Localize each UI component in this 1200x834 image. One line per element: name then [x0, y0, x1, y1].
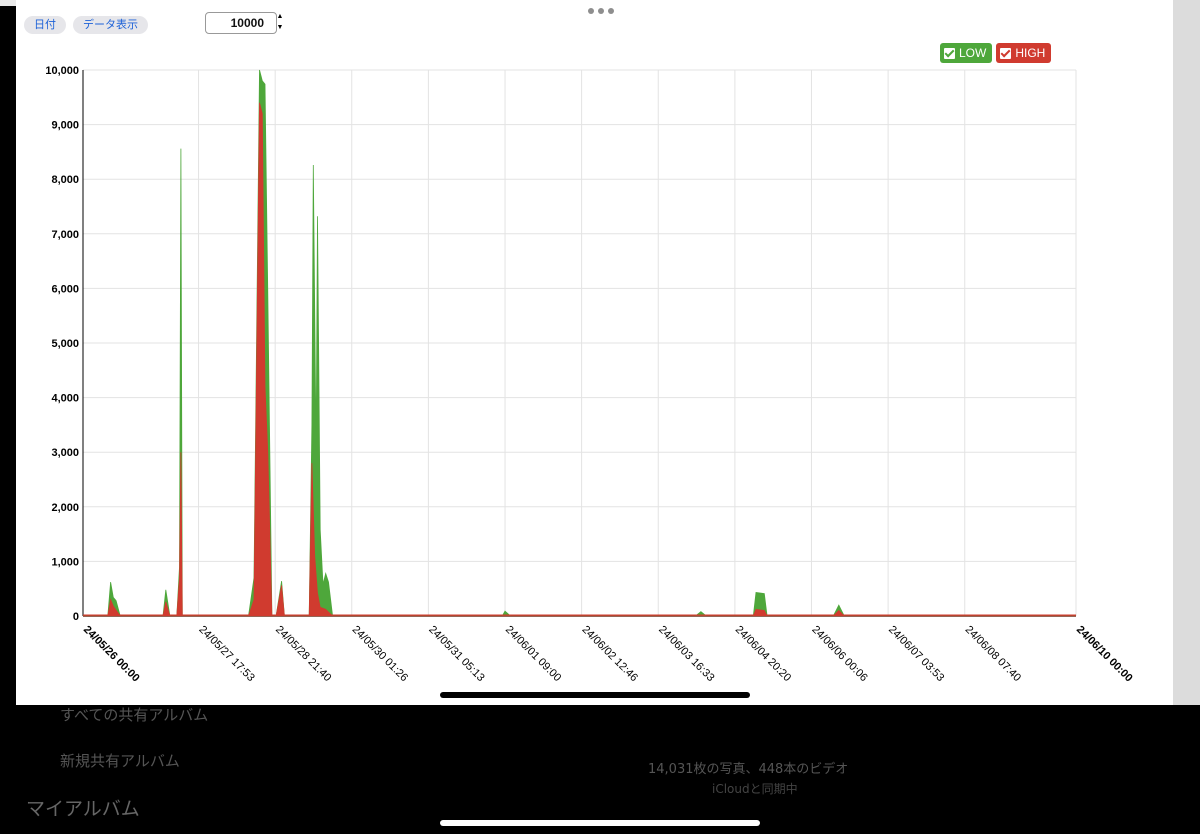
x-tick-label: 24/05/27 17:53 — [196, 624, 256, 684]
x-tick-label: 24/06/10 00:00 — [1074, 624, 1135, 685]
y-tick-label: 1,000 — [51, 556, 79, 568]
x-tick-label: 24/05/31 05:13 — [426, 624, 486, 684]
x-tick-label: 24/06/08 07:40 — [963, 624, 1023, 684]
area-chart: 0 1,000 2,000 3,000 4,000 5,000 6,000 7,000 8,00… — [45, 65, 1135, 685]
y-tick-label: 3,000 — [51, 447, 79, 459]
y-tick-label: 4,000 — [51, 393, 79, 405]
chart-panel: 日付 データ表示 10000 ▲ ▼ LOW HIGH 0 1,000 2,000 3… — [16, 0, 1173, 705]
home-indicator — [440, 692, 750, 698]
x-tick-label: 24/06/07 03:53 — [886, 624, 946, 684]
x-tick-label: 24/06/06 00:06 — [809, 624, 869, 684]
background-edge — [1173, 0, 1200, 705]
background-photo-count: 14,031枚の写真、448本のビデオ — [648, 762, 849, 777]
background-album-item: すべての共有アルバム — [60, 706, 209, 724]
x-tick-label: 24/05/30 01:26 — [350, 624, 410, 684]
x-tick-label: 24/05/26 00:00 — [81, 624, 142, 685]
background-icloud-status: iCloudと同期中 — [712, 782, 798, 796]
y-tick-label: 10,000 — [45, 65, 79, 77]
y-tick-label: 5,000 — [51, 338, 79, 350]
series-high-area — [83, 102, 1076, 617]
y-tick-label: 6,000 — [51, 283, 79, 295]
x-tick-label: 24/06/02 12:46 — [579, 624, 639, 684]
y-tick-label: 2,000 — [51, 502, 79, 514]
x-tick-label: 24/06/04 20:20 — [733, 624, 793, 684]
x-tick-label: 24/06/03 16:33 — [656, 624, 716, 684]
y-tick-label: 7,000 — [51, 229, 79, 241]
y-tick-label: 0 — [73, 611, 79, 623]
x-tick-label: 24/06/01 09:00 — [503, 624, 563, 684]
y-tick-label: 8,000 — [51, 174, 79, 186]
y-tick-label: 9,000 — [51, 120, 79, 132]
background-album-item: 新規共有アルバム — [60, 752, 180, 770]
x-tick-label: 24/05/28 21:40 — [273, 624, 333, 684]
background-section-title: マイアルバム — [26, 798, 140, 820]
home-indicator-bottom — [440, 820, 760, 826]
